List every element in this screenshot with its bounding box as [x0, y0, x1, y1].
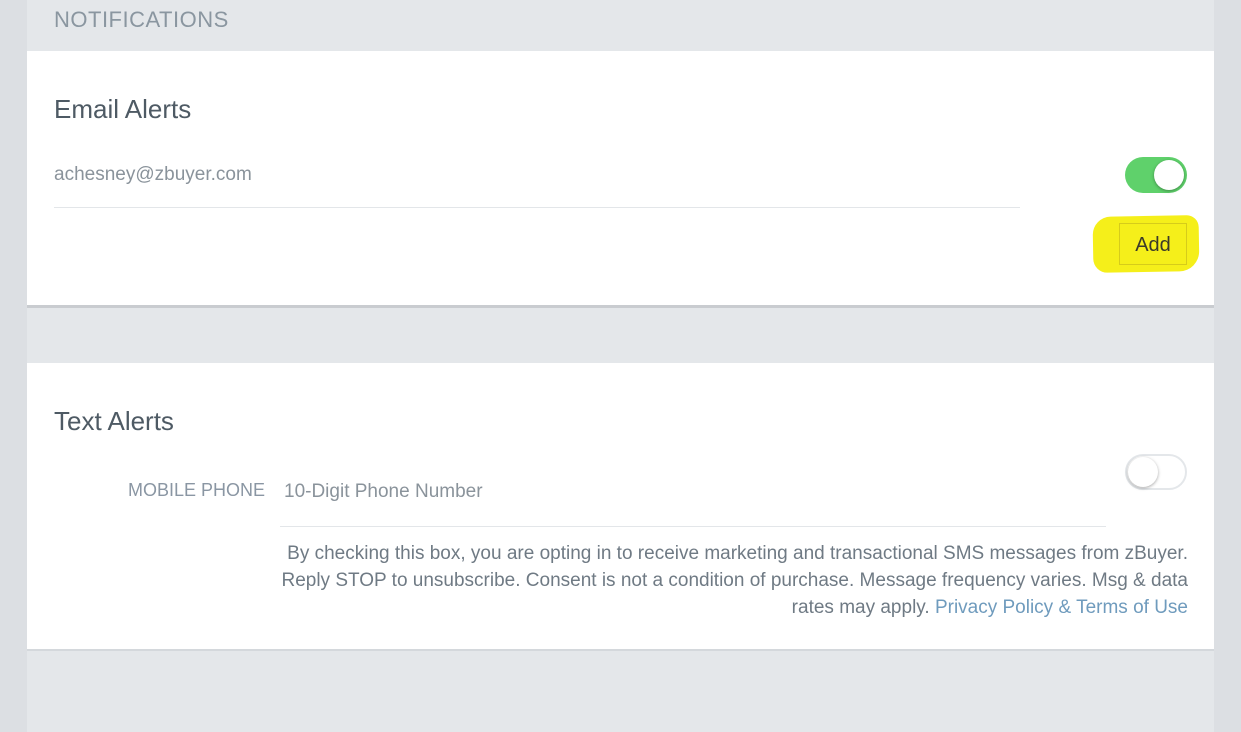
email-alerts-title: Email Alerts — [54, 94, 192, 124]
left-gutter — [0, 0, 27, 732]
mobile-phone-label: MOBILE PHONE — [128, 480, 266, 500]
email-alerts-card: Email Alerts achesney@zbuyer.com Add — [27, 51, 1214, 308]
text-alerts-toggle[interactable] — [1125, 454, 1187, 490]
phone-divider — [280, 526, 1106, 527]
email-address: achesney@zbuyer.com — [54, 164, 252, 185]
notifications-panel: NOTIFICATIONS Email Alerts achesney@zbuy… — [27, 0, 1214, 732]
email-divider — [54, 207, 1020, 208]
sms-consent-text: By checking this box, you are opting in … — [257, 540, 1188, 621]
mobile-phone-input[interactable] — [280, 475, 1114, 509]
email-alerts-toggle[interactable] — [1125, 157, 1187, 193]
right-gutter — [1214, 0, 1241, 732]
page: NOTIFICATIONS Email Alerts achesney@zbuy… — [0, 0, 1241, 732]
notifications-title: NOTIFICATIONS — [54, 7, 229, 32]
add-email-button[interactable]: Add — [1119, 223, 1187, 265]
toggle-knob — [1128, 457, 1158, 487]
toggle-knob — [1154, 160, 1184, 190]
text-alerts-title: Text Alerts — [54, 406, 174, 436]
privacy-terms-link[interactable]: Privacy Policy & Terms of Use — [935, 597, 1188, 618]
text-alerts-card: Text Alerts MOBILE PHONE By checking thi… — [27, 363, 1214, 651]
